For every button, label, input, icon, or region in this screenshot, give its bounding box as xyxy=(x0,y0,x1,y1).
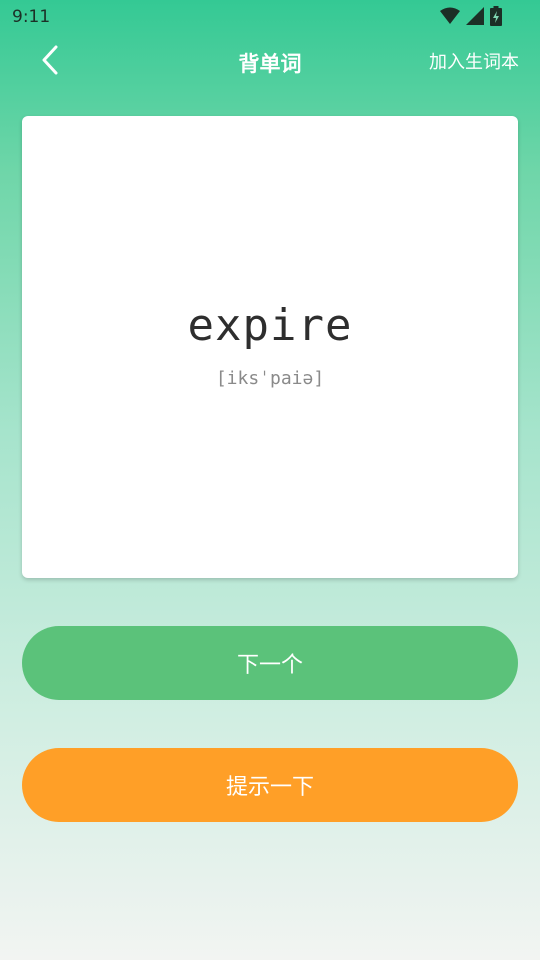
wifi-icon xyxy=(440,7,460,25)
app-bar: 背单词 加入生词本 xyxy=(0,34,540,90)
add-to-vocabulary-button[interactable]: 加入生词本 xyxy=(429,48,519,74)
word-card: expire [iksˈpaiə] xyxy=(22,116,518,578)
word-text: expire xyxy=(187,300,353,351)
next-button[interactable]: 下一个 xyxy=(22,626,518,700)
status-icons xyxy=(440,6,502,26)
battery-icon xyxy=(490,6,502,26)
status-bar: 9:11 xyxy=(0,0,540,34)
hint-button[interactable]: 提示一下 xyxy=(22,748,518,822)
phonetic-text: [iksˈpaiə] xyxy=(215,368,325,389)
status-time: 9:11 xyxy=(12,7,51,27)
signal-icon xyxy=(466,7,484,25)
